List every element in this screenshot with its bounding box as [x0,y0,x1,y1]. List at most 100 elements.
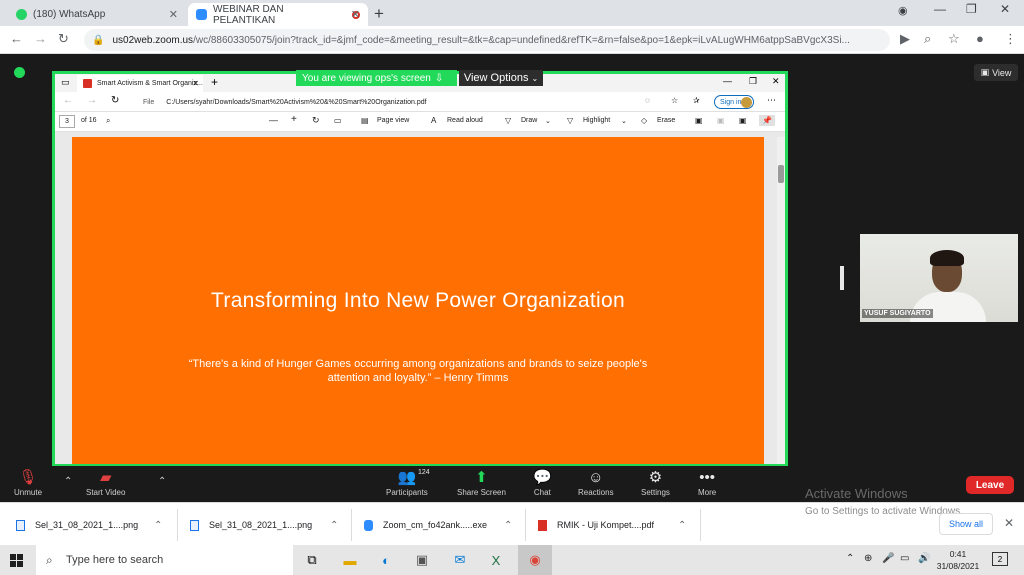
window-close-icon[interactable]: ✕ [772,76,780,87]
chrome-icon[interactable]: ◉ [518,545,552,575]
chevron-up-icon[interactable]: ⌃ [154,520,162,531]
screen-share-banner: You are viewing ops's screen ⇩ [296,70,457,86]
fit-page-icon[interactable]: ▭ [334,116,342,125]
download-item[interactable]: RMIK - Uji Kompet....pdf ⌃ [538,515,698,535]
tab-zoom-webinar[interactable]: WEBINAR DAN PELANTIKAN ✕ [188,3,368,26]
back-icon[interactable]: ← [10,31,23,46]
forward-icon[interactable]: → [87,95,97,106]
chevron-up-icon[interactable]: ⌃ [846,553,854,564]
notifications-icon[interactable]: 2 [992,552,1008,566]
edge-tab-actions-icon[interactable]: ▭ [61,77,70,88]
participant-video[interactable]: YUSUF SUGIYARTO [860,234,1018,322]
highlight-button[interactable]: Highlight [583,117,610,124]
chat-button[interactable]: 💬 Chat [533,468,552,497]
read-aloud-button[interactable]: Read aloud [447,117,483,124]
meet-now-icon[interactable]: ⊕ [864,553,872,564]
erase-button[interactable]: Erase [657,117,675,124]
audio-options-chevron-icon[interactable]: ⌃ [64,476,72,487]
bookmark-star-icon[interactable]: ☆ [948,31,960,47]
new-tab-icon[interactable]: + [374,4,384,24]
pin-toolbar-icon[interactable]: 📌 [759,115,775,126]
download-item[interactable]: Zoom_cm_fo42ank.....exe ⌃ [364,515,514,535]
page-view-button[interactable]: Page view [377,117,409,124]
rotate-icon[interactable]: ↻ [312,115,320,126]
excel-icon[interactable]: X [486,550,506,570]
mail-icon[interactable]: ✉ [450,550,470,570]
forward-icon[interactable]: → [34,31,47,46]
zoom-magnifier-icon[interactable]: ⌕ [924,31,931,47]
pdf-file-icon [538,519,547,531]
start-video-button[interactable]: ▰ Start Video [86,468,125,497]
favorites-icon[interactable]: ✰ [693,96,700,105]
zoom-in-icon[interactable]: + [291,114,297,125]
chrome-menu-icon[interactable]: ⋮ [1004,31,1017,47]
chevron-down-icon[interactable]: ⌄ [621,117,627,125]
mic-icon[interactable]: 🎤 [882,553,894,564]
taskbar-clock[interactable]: 0:41 31/08/2021 [935,548,981,572]
leave-button[interactable]: Leave [966,476,1014,494]
volume-icon[interactable]: 🔊 [918,553,930,564]
view-options-button[interactable]: View Options ⌄ [459,70,543,86]
chevron-up-icon[interactable]: ⌃ [678,520,686,531]
reactions-button[interactable]: ☺ Reactions [578,468,614,497]
page-number-input[interactable]: 3 [59,115,75,128]
store-icon[interactable]: ▣ [412,550,432,570]
show-all-label: Show all [948,519,984,529]
show-all-button[interactable]: Show all [939,513,993,535]
scrollbar-thumb[interactable] [778,165,784,183]
chevron-up-icon[interactable]: ⌃ [504,520,512,531]
start-button-windows-icon[interactable] [10,554,23,567]
edge-icon[interactable]: ◐ [376,550,396,570]
restore-icon[interactable]: ❐ [749,76,757,87]
new-tab-icon[interactable]: + [211,75,218,89]
chevron-down-icon[interactable]: ⌄ [545,117,551,125]
battery-icon[interactable]: ▭ [900,553,909,564]
read-mode-icon[interactable]: ◌ [645,96,650,105]
minimize-icon[interactable]: — [723,76,732,86]
close-downloads-icon[interactable]: ✕ [1004,516,1014,530]
restore-icon[interactable]: ❐ [966,2,977,16]
save-icon[interactable]: ▣ [717,116,725,125]
sign-in-button[interactable]: Sign in [714,95,754,109]
chevron-up-icon[interactable]: ⌃ [330,520,338,531]
more-button[interactable]: ••• More [698,468,716,497]
save-as-icon[interactable]: ▣ [739,116,747,125]
close-icon[interactable]: ✕ [192,79,199,88]
zoom-installer-icon [364,519,373,531]
unmute-button[interactable]: 🎙 Unmute [14,468,42,497]
share-screen-button[interactable]: ⬆ Share Screen [457,468,506,497]
reload-icon[interactable]: ↻ [58,31,69,47]
task-view-icon[interactable]: ⧉ [302,550,322,570]
view-button[interactable]: ▣ View [974,64,1018,81]
search-icon[interactable]: ⌕ [106,116,110,126]
zoom-out-icon[interactable]: — [269,115,278,125]
edge-tab-pdf[interactable]: Smart Activism & Smart Organiz... ✕ [77,75,203,92]
minimize-icon[interactable]: — [934,2,946,16]
tab-label: (180) WhatsApp [33,9,106,20]
edge-menu-icon[interactable]: ⋯ [767,95,776,106]
settings-button[interactable]: ⚙ Settings [641,468,670,497]
reactions-icon: ☺ [588,469,604,486]
print-icon[interactable]: ▣ [695,116,703,125]
download-item[interactable]: Sel_31_08_2021_1....png ⌃ [16,515,166,535]
reload-icon[interactable]: ↻ [111,95,119,106]
video-options-chevron-icon[interactable]: ⌃ [158,476,166,487]
tab-whatsapp[interactable]: (180) WhatsApp ✕ [8,3,186,26]
favorite-star-icon[interactable]: ☆ [671,96,678,105]
camera-icon[interactable]: ▶ [900,31,910,47]
address-bar[interactable]: 🔒 us02web.zoom.us /wc/88603305075/join?t… [84,29,890,51]
taskbar-search[interactable]: ⌕ Type here to search [36,545,293,575]
activate-windows-title: Activate Windows [805,486,908,501]
close-icon[interactable]: ✕ [351,8,360,21]
file-explorer-icon[interactable]: ▬ [340,550,360,570]
pdf-scrollbar[interactable] [777,137,785,464]
edge-address-bar[interactable]: File C:/Users/syahr/Downloads/Smart%20Ac… [143,95,633,109]
draw-button[interactable]: Draw [521,117,537,124]
video-panel-handle[interactable] [840,266,844,290]
profile-avatar-icon[interactable]: ● [976,31,984,46]
profile-menu-icon[interactable]: ◉ [898,4,908,17]
download-item[interactable]: Sel_31_08_2021_1....png ⌃ [190,515,340,535]
window-close-icon[interactable]: ✕ [1000,2,1010,16]
back-icon[interactable]: ← [63,95,73,106]
close-icon[interactable]: ✕ [169,8,178,21]
